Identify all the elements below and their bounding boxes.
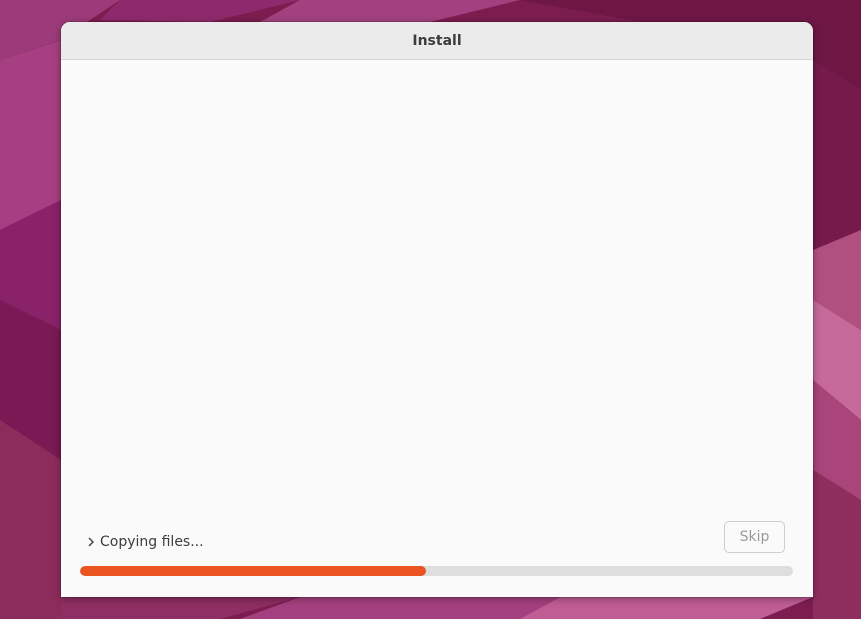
install-window: Install Copying files... Skip <box>61 22 813 597</box>
progress-bar <box>80 566 793 576</box>
status-expander[interactable]: Copying files... <box>85 532 204 552</box>
status-text: Copying files... <box>100 534 204 550</box>
window-title: Install <box>412 32 462 49</box>
skip-button[interactable]: Skip <box>724 521 785 553</box>
install-content: Copying files... Skip <box>61 60 813 597</box>
title-bar[interactable]: Install <box>61 22 813 60</box>
progress-bar-fill <box>80 566 426 576</box>
chevron-right-icon <box>85 534 97 550</box>
